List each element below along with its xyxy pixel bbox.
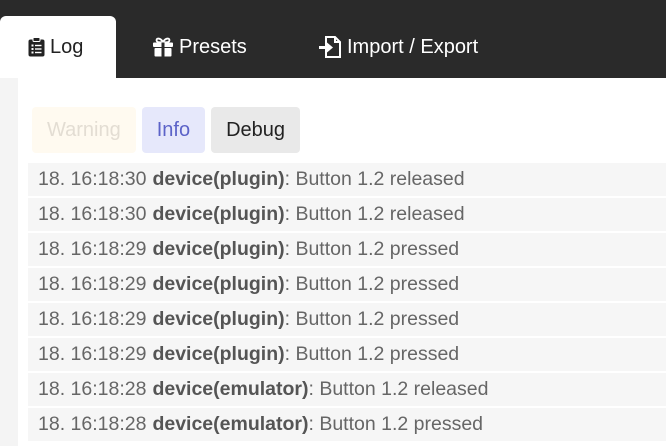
log-row: 18. 16:18:29 device(plugin): Button 1.2 p… [28,268,666,301]
log-row: 18. 16:18:29 device(plugin): Button 1.2 p… [28,233,666,266]
log-source: device(plugin) [152,273,285,295]
log-row: 18. 16:18:29 device(plugin): Button 1.2 p… [28,303,666,336]
log-list: 18. 16:18:30 device(plugin): Button 1.2 r… [28,163,666,443]
filter-debug-button[interactable]: Debug [211,107,301,153]
log-panel: Warning Info Debug 18. 16:18:30 device(pl… [0,78,666,446]
log-source: device(plugin) [152,238,285,260]
log-message: : Button 1.2 pressed [284,343,460,365]
log-source: device(emulator) [152,413,309,435]
log-row: 18. 16:18:29 device(plugin): Button 1.2 p… [28,338,666,371]
log-message: : Button 1.2 released [284,168,465,190]
log-message: : Button 1.2 pressed [284,273,460,295]
log-source: device(plugin) [152,168,285,190]
filter-info-button[interactable]: Info [141,107,206,153]
log-time: 18. 16:18:28 [38,378,147,400]
tab-import-export-label: Import / Export [347,35,479,58]
log-time: 18. 16:18:29 [38,273,147,295]
clipboard-list-icon [28,37,45,57]
tab-presets-label: Presets [179,35,247,58]
log-message: : Button 1.2 pressed [284,238,460,260]
log-row: 18. 16:18:28 device(emulator): Button 1.2… [28,373,666,406]
tab-log[interactable]: Log [0,16,116,78]
log-content: Warning Info Debug 18. 16:18:30 device(pl… [18,78,666,446]
log-source: device(plugin) [152,308,285,330]
top-navigation-bar: Log Presets Import / Export [0,0,666,78]
log-time: 18. 16:18:29 [38,238,147,260]
panel-left-edge [0,78,18,446]
log-time: 18. 16:18:29 [38,343,147,365]
log-time: 18. 16:18:29 [38,308,147,330]
tab-log-label: Log [50,35,84,58]
file-import-icon [318,36,342,58]
tab-presets[interactable]: Presets [152,16,247,78]
log-level-filters: Warning Info Debug [32,107,301,153]
log-message: : Button 1.2 pressed [308,413,484,435]
log-time: 18. 16:18:28 [38,413,147,435]
log-message: : Button 1.2 pressed [284,308,460,330]
log-source: device(plugin) [152,203,285,225]
gift-icon [152,37,174,57]
log-message: : Button 1.2 released [308,378,489,400]
tab-import-export[interactable]: Import / Export [318,16,478,78]
log-row: 18. 16:18:30 device(plugin): Button 1.2 r… [28,198,666,231]
log-time: 18. 16:18:30 [38,203,147,225]
filter-warning-button[interactable]: Warning [32,107,136,153]
log-time: 18. 16:18:30 [38,168,147,190]
log-message: : Button 1.2 released [284,203,465,225]
log-source: device(emulator) [152,378,309,400]
log-row: 18. 16:18:28 device(emulator): Button 1.2… [28,408,666,441]
log-source: device(plugin) [152,343,285,365]
log-row: 18. 16:18:30 device(plugin): Button 1.2 r… [28,163,666,196]
